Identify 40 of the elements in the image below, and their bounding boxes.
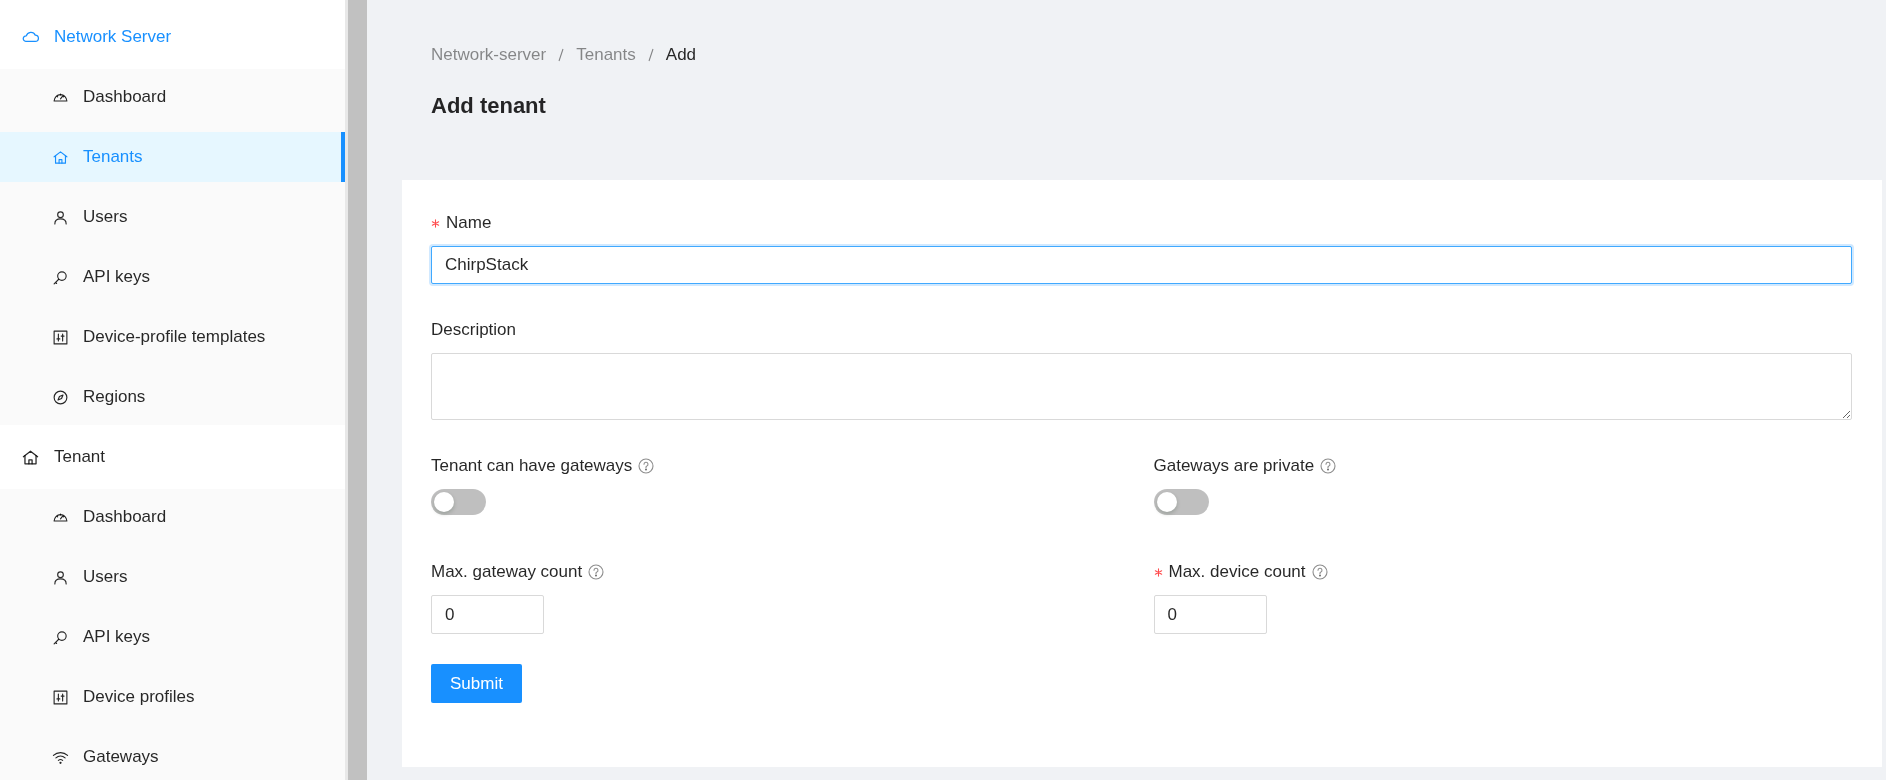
sliders-icon — [52, 328, 69, 346]
page-title: Add tenant — [431, 93, 547, 119]
field-label: Description — [431, 320, 517, 340]
search-icon — [52, 268, 69, 286]
scrollbar[interactable] — [345, 0, 367, 780]
home-icon — [52, 148, 69, 166]
help-icon[interactable] — [638, 458, 655, 474]
sidebar-item[interactable]: Users — [0, 552, 345, 602]
sidebar-item[interactable]: Users — [0, 192, 345, 242]
sidebar-item[interactable]: Device profiles — [0, 672, 345, 722]
user-icon — [52, 568, 69, 586]
sidebar-item[interactable]: Dashboard — [0, 492, 345, 542]
help-icon[interactable] — [1320, 458, 1337, 474]
field-label: Max. device count — [1168, 562, 1306, 582]
toggle-switch[interactable] — [431, 489, 486, 515]
name-input-field[interactable]: ChirpStack — [431, 246, 1852, 284]
home-icon — [21, 447, 40, 467]
field-label: Max. gateway count — [431, 562, 583, 582]
compass-icon — [52, 388, 69, 406]
help-icon[interactable] — [588, 564, 605, 580]
field-label: Gateways are private — [1153, 456, 1315, 476]
help-icon[interactable] — [1311, 564, 1328, 580]
sidebar-item[interactable]: Device-profile templates — [0, 312, 345, 362]
breadcrumb-separator — [558, 48, 565, 62]
sidebar-item[interactable]: Dashboard — [0, 72, 345, 122]
field-label: Tenant can have gateways — [431, 456, 633, 476]
sidebar-item[interactable]: API keys — [0, 612, 345, 662]
number-input-field[interactable]: 0 — [431, 595, 544, 634]
user-icon — [52, 208, 69, 226]
sidebar-item[interactable]: Gateways — [0, 732, 345, 780]
sidebar-item[interactable]: API keys — [0, 252, 345, 302]
sidebar-item[interactable]: Regions — [0, 372, 345, 422]
breadcrumb-separator — [647, 48, 654, 62]
number-input-field[interactable]: 0 — [1153, 595, 1267, 634]
field-label: Name — [446, 213, 492, 233]
breadcrumb-current: Add — [665, 45, 697, 65]
search-icon — [52, 628, 69, 646]
toggle-switch[interactable] — [1153, 489, 1209, 515]
menu-group-header[interactable]: Tenant — [0, 425, 345, 489]
sliders-icon — [52, 688, 69, 706]
